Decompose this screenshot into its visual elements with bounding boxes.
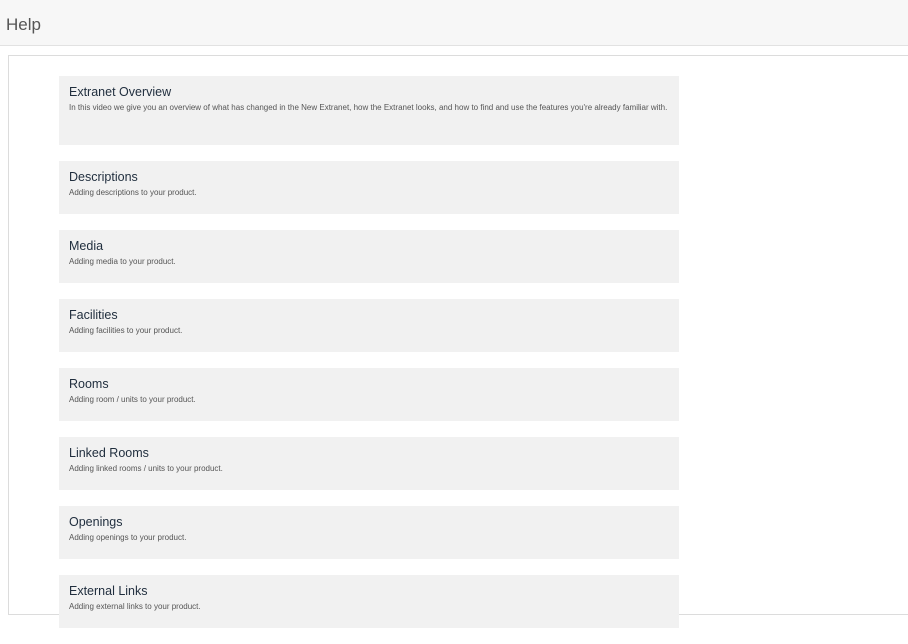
help-item-description: In this video we give you an overview of… (69, 103, 668, 112)
help-item-title: Extranet Overview (69, 85, 172, 99)
help-item-descriptions[interactable]: Descriptions Adding descriptions to your… (59, 161, 679, 214)
help-item-openings[interactable]: Openings Adding openings to your product… (59, 506, 679, 559)
help-item-title: Descriptions (69, 170, 138, 184)
help-item-extranet-overview[interactable]: Extranet Overview In this video we give … (59, 76, 679, 145)
help-item-description: Adding facilities to your product. (69, 326, 183, 335)
help-panel: Extranet Overview In this video we give … (8, 55, 908, 628)
help-item-description: Adding media to your product. (69, 257, 176, 266)
help-item-description: Adding external links to your product. (69, 602, 201, 611)
help-item-title: Openings (69, 515, 123, 529)
help-item-description: Adding descriptions to your product. (69, 188, 197, 197)
help-item-title: Rooms (69, 377, 109, 391)
page-header: Help (0, 0, 908, 46)
help-item-rooms[interactable]: Rooms Adding room / units to your produc… (59, 368, 679, 421)
help-item-description: Adding linked rooms / units to your prod… (69, 464, 223, 473)
help-item-description: Adding openings to your product. (69, 533, 187, 542)
help-item-title: Media (69, 239, 104, 253)
help-item-description: Adding room / units to your product. (69, 395, 196, 404)
help-item-linked-rooms[interactable]: Linked Rooms Adding linked rooms / units… (59, 437, 679, 490)
help-item-title: External Links (69, 584, 148, 598)
help-item-title: Linked Rooms (69, 446, 149, 460)
help-item-title: Facilities (69, 308, 118, 322)
help-item-facilities[interactable]: Facilities Adding facilities to your pro… (59, 299, 679, 352)
help-topic-list: Extranet Overview In this video we give … (59, 76, 679, 644)
page-title: Help (6, 15, 41, 34)
help-item-media[interactable]: Media Adding media to your product. (59, 230, 679, 283)
